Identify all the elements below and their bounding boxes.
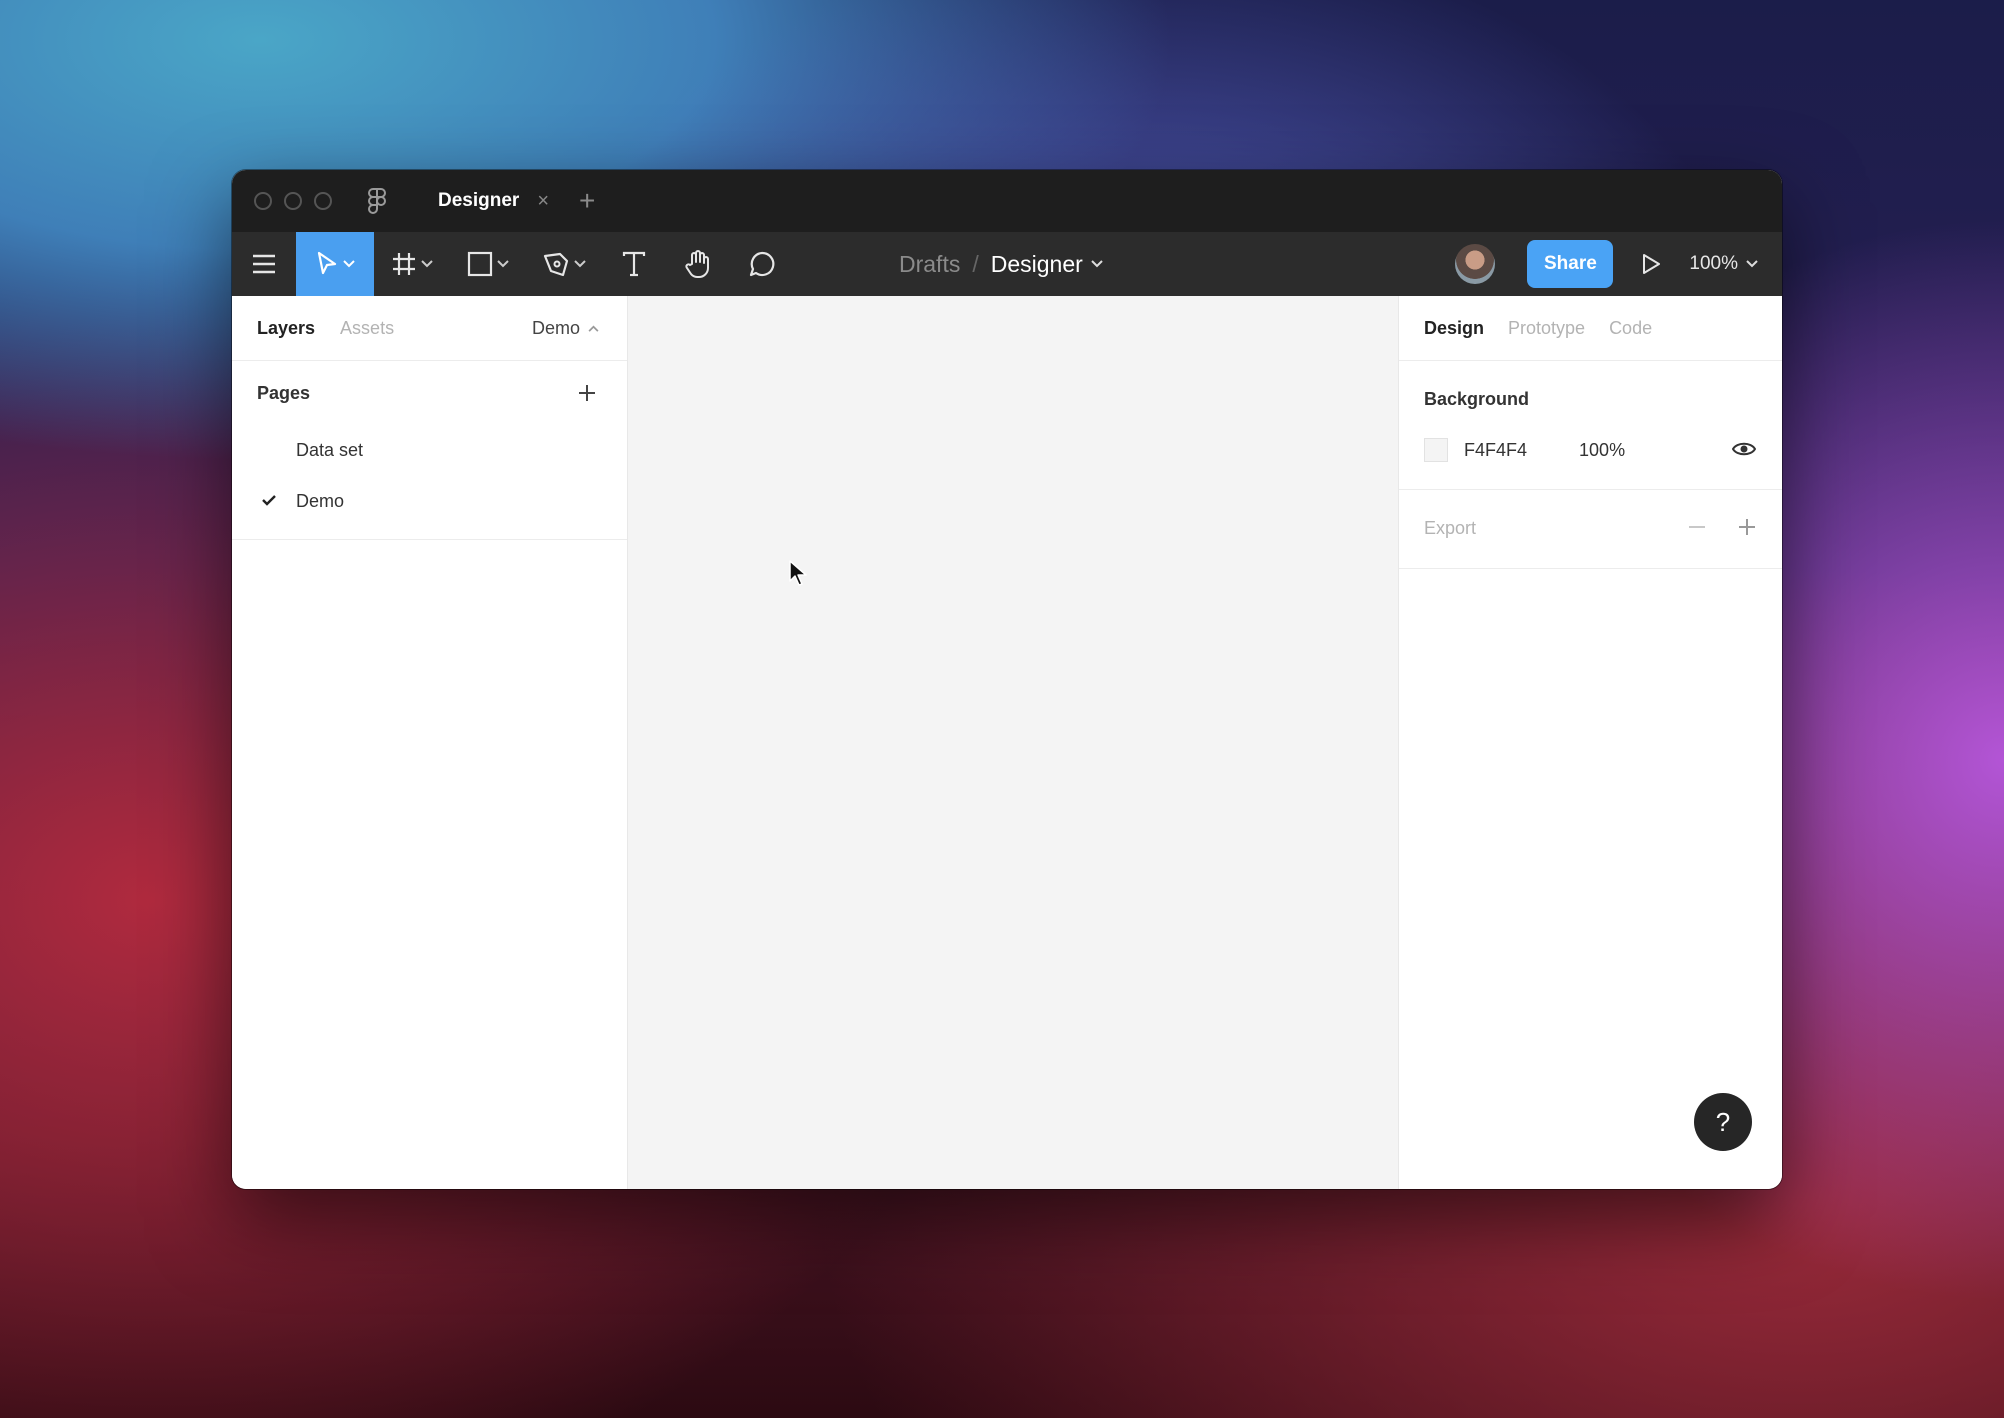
rectangle-tool-icon bbox=[467, 251, 493, 277]
move-tool-icon bbox=[317, 251, 337, 275]
minimize-window-button[interactable] bbox=[284, 192, 302, 210]
pages-section: Pages Data set Demo bbox=[232, 361, 627, 540]
chevron-down-icon bbox=[343, 260, 355, 268]
toolbar: Drafts / Designer Share 100% bbox=[232, 232, 1782, 296]
chevron-down-icon bbox=[421, 260, 433, 268]
new-tab-button[interactable]: + bbox=[579, 187, 595, 215]
background-opacity-input[interactable]: 100% bbox=[1579, 440, 1625, 461]
export-title: Export bbox=[1424, 518, 1477, 538]
chevron-up-icon bbox=[588, 325, 599, 332]
pages-heading: Pages bbox=[257, 382, 311, 403]
background-title: Background bbox=[1424, 389, 1530, 409]
toolbar-right: Share 100% bbox=[1455, 232, 1782, 296]
tab-designer[interactable]: Designer × bbox=[422, 170, 565, 232]
add-page-button[interactable] bbox=[573, 379, 601, 407]
help-button[interactable]: ? bbox=[1694, 1093, 1752, 1151]
pen-tool-button[interactable] bbox=[526, 232, 602, 296]
tab-code[interactable]: Code bbox=[1609, 318, 1652, 339]
chevron-down-icon bbox=[1746, 260, 1758, 268]
pen-tool-icon bbox=[543, 252, 569, 277]
avatar[interactable] bbox=[1455, 244, 1496, 284]
tab-assets[interactable]: Assets bbox=[340, 318, 394, 339]
export-section: Export bbox=[1399, 490, 1782, 569]
text-tool-button[interactable] bbox=[602, 232, 666, 296]
breadcrumb: Drafts / Designer bbox=[899, 232, 1103, 296]
chevron-down-icon bbox=[497, 260, 509, 268]
right-panel-tabs: Design Prototype Code bbox=[1399, 296, 1782, 361]
maximize-window-button[interactable] bbox=[314, 192, 332, 210]
chevron-down-icon bbox=[574, 260, 586, 268]
title-bar: Designer × + bbox=[232, 170, 1782, 232]
present-play-icon[interactable] bbox=[1641, 253, 1661, 275]
right-sidebar: Design Prototype Code Background F4F4F4 … bbox=[1398, 296, 1782, 1189]
tab-layers[interactable]: Layers bbox=[257, 318, 315, 339]
breadcrumb-separator: / bbox=[972, 250, 979, 277]
background-fill-row: F4F4F4 100% bbox=[1424, 438, 1625, 462]
file-name[interactable]: Designer bbox=[991, 251, 1083, 278]
text-tool-icon bbox=[622, 251, 646, 277]
page-item-demo[interactable]: Demo bbox=[232, 476, 627, 527]
window-controls bbox=[254, 192, 332, 210]
menu-icon bbox=[253, 254, 275, 274]
figma-logo-icon[interactable] bbox=[362, 186, 392, 216]
chevron-down-icon[interactable] bbox=[1091, 260, 1103, 268]
canvas[interactable] bbox=[628, 296, 1398, 1189]
comment-tool-icon bbox=[749, 251, 775, 277]
share-button[interactable]: Share bbox=[1527, 240, 1614, 288]
page-item-label: Data set bbox=[296, 440, 364, 460]
comment-tool-button[interactable] bbox=[730, 232, 794, 296]
eye-icon[interactable] bbox=[1732, 441, 1756, 457]
tab-title: Designer bbox=[438, 190, 520, 211]
mouse-cursor-icon bbox=[789, 560, 807, 586]
background-hex-input[interactable]: F4F4F4 bbox=[1464, 440, 1527, 461]
minus-icon[interactable] bbox=[1688, 518, 1706, 536]
zoom-dropdown[interactable]: 100% bbox=[1689, 253, 1758, 275]
checkmark-icon bbox=[262, 495, 276, 506]
app-window: Designer × + Drafts / Designer Share 100… bbox=[232, 170, 1782, 1189]
rectangle-tool-button[interactable] bbox=[450, 232, 526, 296]
page-item-label: Demo bbox=[296, 491, 345, 511]
close-window-button[interactable] bbox=[254, 192, 272, 210]
hand-tool-button[interactable] bbox=[666, 232, 730, 296]
pages-header: Pages bbox=[232, 361, 627, 425]
plus-icon[interactable] bbox=[1738, 518, 1756, 536]
move-tool-button[interactable] bbox=[296, 232, 374, 296]
zoom-label: 100% bbox=[1689, 253, 1738, 274]
hand-tool-icon bbox=[685, 250, 709, 278]
page-switcher[interactable]: Demo bbox=[532, 296, 599, 360]
main-menu-button[interactable] bbox=[232, 232, 296, 296]
page-item-data-set[interactable]: Data set bbox=[232, 425, 627, 476]
background-color-swatch[interactable] bbox=[1424, 438, 1448, 462]
left-sidebar: Layers Assets Demo Pages Data set Demo bbox=[232, 296, 628, 1189]
workspace: Layers Assets Demo Pages Data set Demo D… bbox=[232, 296, 1782, 1189]
background-section: Background F4F4F4 100% bbox=[1399, 361, 1782, 490]
breadcrumb-drafts[interactable]: Drafts bbox=[899, 251, 960, 278]
frame-tool-button[interactable] bbox=[374, 232, 450, 296]
tab-prototype[interactable]: Prototype bbox=[1508, 318, 1585, 339]
tab-design[interactable]: Design bbox=[1424, 318, 1484, 339]
tab-close-icon[interactable]: × bbox=[537, 190, 549, 213]
frame-tool-icon bbox=[393, 253, 415, 275]
current-page-label: Demo bbox=[531, 317, 580, 338]
plus-icon bbox=[579, 385, 595, 401]
